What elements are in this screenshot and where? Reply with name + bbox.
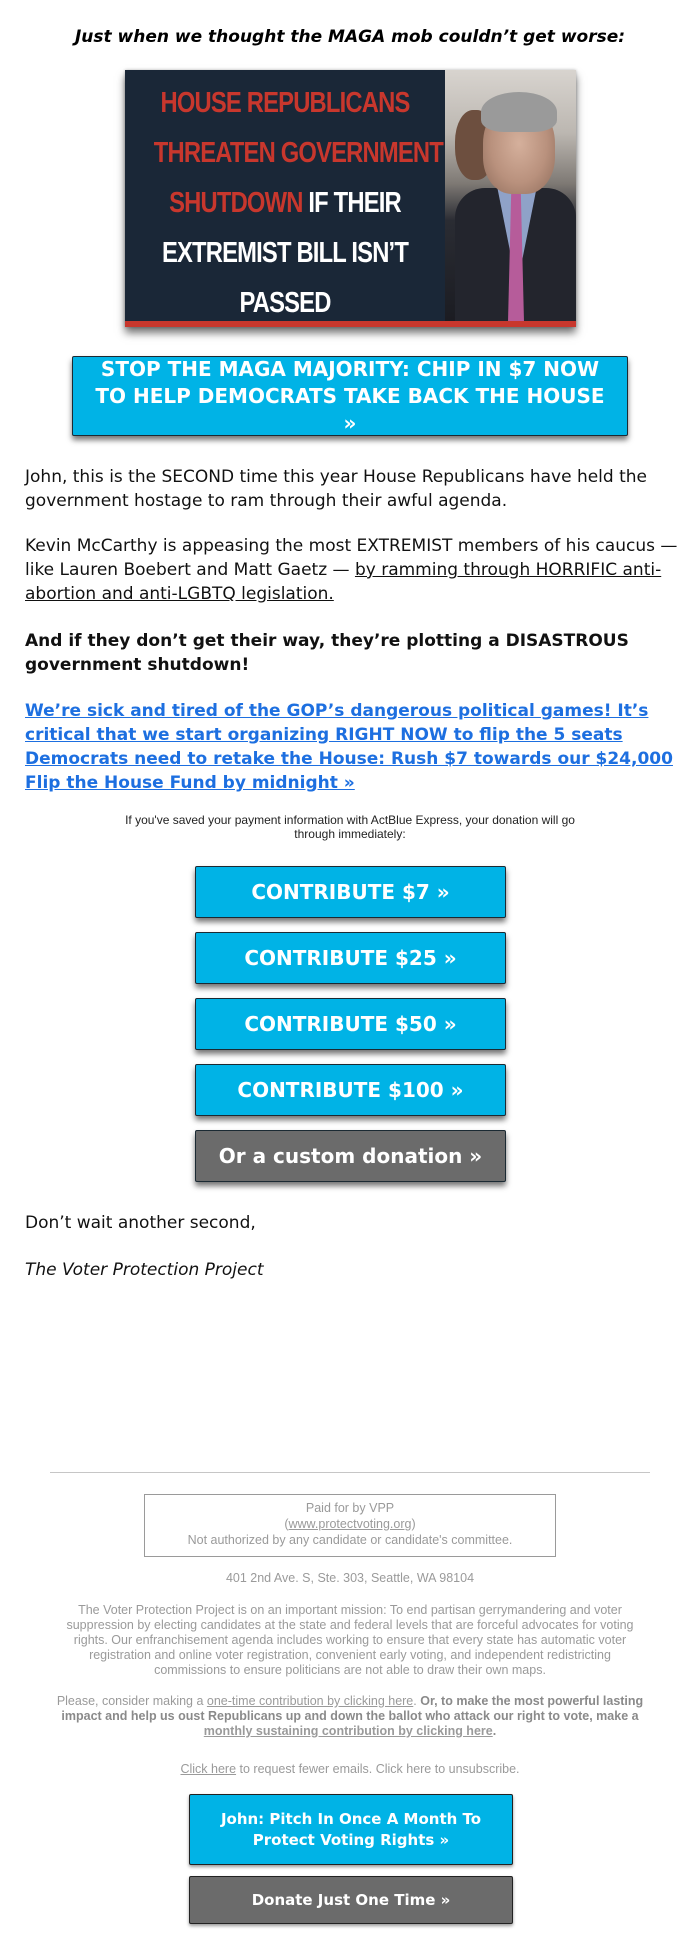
website-line: (www.protectvoting.org): [145, 1516, 555, 1532]
monthly-donation-button[interactable]: John: Pitch In Once A Month To Protect V…: [189, 1794, 513, 1865]
contribute-50-button[interactable]: CONTRIBUTE $50 »: [195, 998, 506, 1050]
contribute-7-button[interactable]: CONTRIBUTE $7 »: [195, 866, 506, 918]
paragraph-intro: John, this is the SECOND time this year …: [25, 467, 647, 511]
unsubscribe-line: Click here to request fewer emails. Clic…: [0, 1762, 700, 1776]
paragraph-mccarthy: Kevin McCarthy is appeasing the most EXT…: [25, 534, 680, 606]
hero-line-4: EXTREMIST BILL ISN’T: [161, 237, 409, 269]
actblue-express-note: If you've saved your payment information…: [125, 813, 575, 841]
hero-line-2: THREATEN GOVERNMENT: [153, 137, 444, 169]
photo-hair: [481, 92, 557, 132]
hero-line-3: SHUTDOWN IF THEIR: [169, 187, 402, 219]
signature: The Voter Protection Project: [25, 1260, 264, 1280]
paid-for-box: Paid for by VPP (www.protectvoting.org) …: [144, 1494, 556, 1557]
one-time-contribution-link[interactable]: one-time contribution by clicking here: [207, 1694, 413, 1708]
hero-image[interactable]: HOUSE REPUBLICANS THREATEN GOVERNMENT SH…: [125, 70, 576, 327]
contribute-100-button[interactable]: CONTRIBUTE $100 »: [195, 1064, 506, 1116]
monthly-contribution-link[interactable]: monthly sustaining contribution by click…: [204, 1724, 493, 1738]
hero-line-1: HOUSE REPUBLICANS: [160, 87, 411, 119]
flip-the-house-link[interactable]: We’re sick and tired of the GOP’s danger…: [25, 701, 673, 793]
one-time-donation-button[interactable]: Donate Just One Time »: [189, 1876, 513, 1924]
hero-red-stripe: [125, 321, 576, 327]
website-link[interactable]: www.protectvoting.org: [289, 1517, 412, 1531]
paid-for-text: Paid for by VPP: [305, 1501, 395, 1515]
fewer-emails-link[interactable]: Click here: [180, 1762, 236, 1776]
intro-heading: Just when we thought the MAGA mob couldn…: [74, 27, 626, 47]
paragraph-cta: We’re sick and tired of the GOP’s danger…: [25, 699, 680, 795]
paren-close: ): [411, 1517, 416, 1531]
footer-divider: [50, 1472, 650, 1473]
unsubscribe-text: to request fewer emails. Click here to u…: [236, 1762, 520, 1776]
paragraph-shutdown: And if they don’t get their way, they’re…: [25, 631, 629, 675]
hero-photo: [445, 70, 576, 327]
consider-prefix: Please, consider making a: [56, 1694, 207, 1708]
closing-line: Don’t wait another second,: [25, 1213, 256, 1233]
main-cta-button[interactable]: STOP THE MAGA MAJORITY: CHIP IN $7 NOW T…: [72, 356, 628, 436]
not-authorized-text: Not authorized by any candidate or candi…: [187, 1533, 513, 1547]
hero-line-5: PASSED: [239, 287, 331, 319]
mission-statement: The Voter Protection Project is on an im…: [66, 1603, 634, 1677]
custom-donation-button[interactable]: Or a custom donation »: [195, 1130, 506, 1182]
footer-address: 401 2nd Ave. S, Ste. 303, Seattle, WA 98…: [225, 1571, 475, 1585]
consider-contribution-text: Please, consider making a one-time contr…: [55, 1694, 645, 1739]
consider-end: .: [492, 1724, 497, 1738]
contribute-25-button[interactable]: CONTRIBUTE $25 »: [195, 932, 506, 984]
hero-headline: HOUSE REPUBLICANS THREATEN GOVERNMENT SH…: [153, 78, 444, 327]
